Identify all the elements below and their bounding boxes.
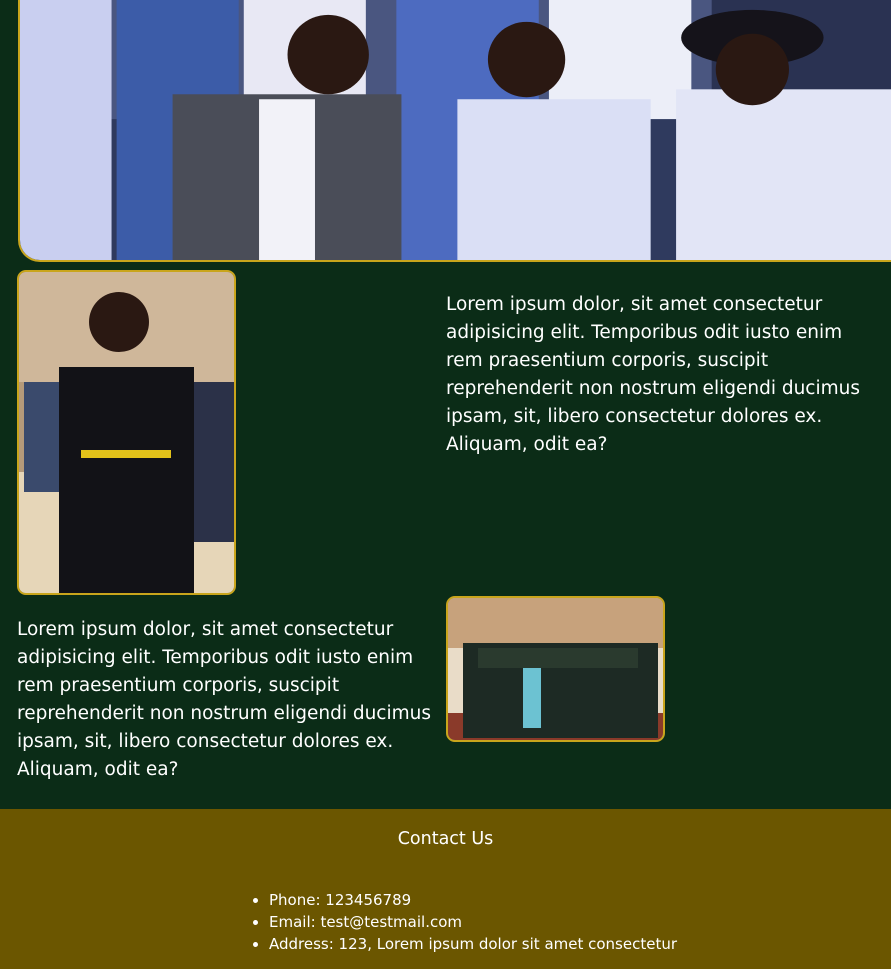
footer: Contact Us Phone: 123456789 Email: test@… [0, 809, 891, 969]
contact-address: Address: 123, Lorem ipsum dolor sit amet… [269, 933, 677, 955]
hero-group-photo [18, 0, 891, 262]
group-photo [446, 596, 665, 742]
portrait-photo [17, 270, 236, 595]
article-paragraph: Lorem ipsum dolor, sit amet consectetur … [17, 619, 432, 780]
contact-email: Email: test@testmail.com [269, 911, 677, 933]
footer-title: Contact Us [397, 829, 494, 849]
contact-phone: Phone: 123456789 [269, 889, 677, 911]
article-paragraph: Lorem ipsum dolor, sit amet consectetur … [446, 294, 861, 455]
contact-list: Phone: 123456789 Email: test@testmail.co… [251, 889, 677, 955]
